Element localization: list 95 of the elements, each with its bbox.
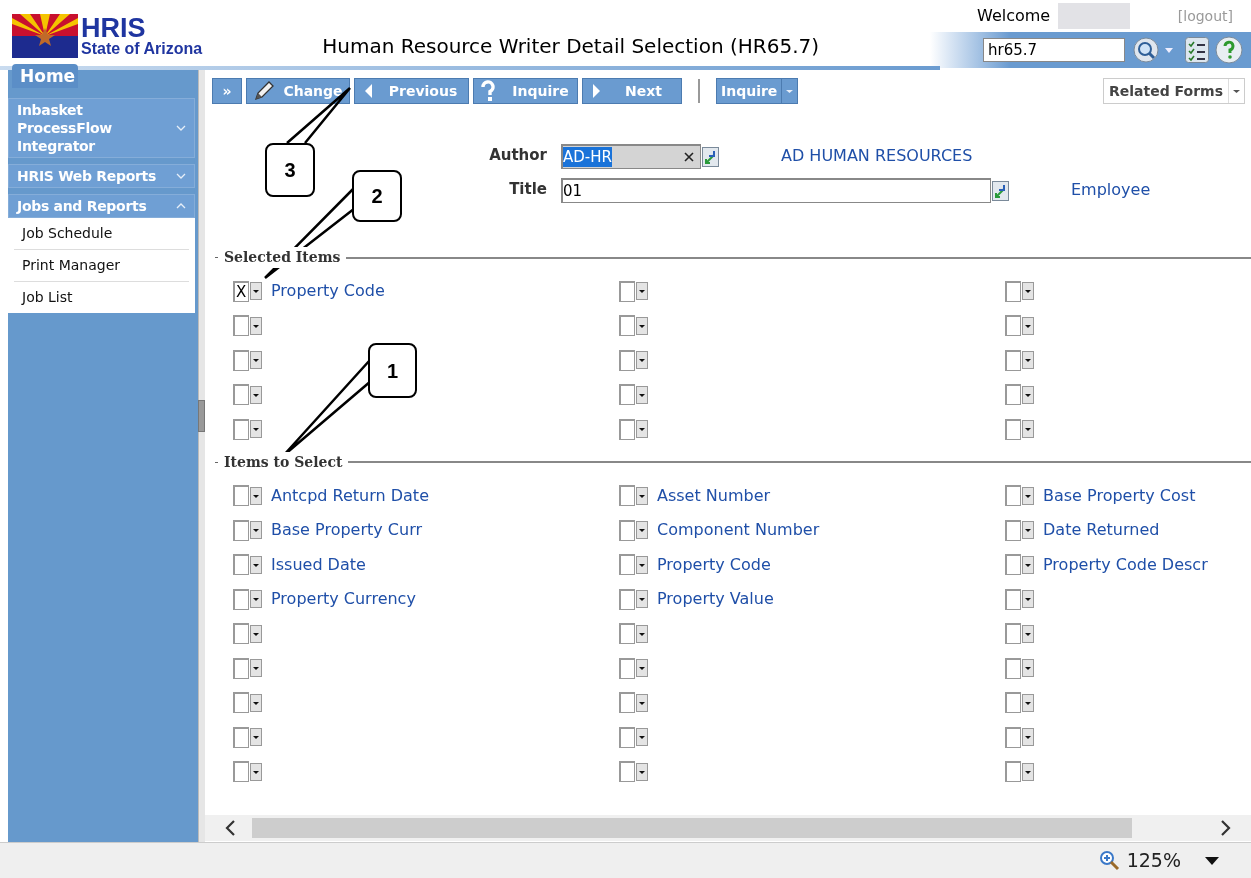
scrollbar-thumb[interactable] xyxy=(252,818,1132,838)
zoom-icon[interactable] xyxy=(1098,849,1121,872)
select-box[interactable] xyxy=(1005,383,1034,406)
item-link[interactable]: Property Code Descr xyxy=(1043,552,1208,577)
logo-subtitle: State of Arizona xyxy=(81,39,203,57)
item-link[interactable]: Antcpd Return Date xyxy=(271,483,429,508)
select-box[interactable] xyxy=(619,553,648,576)
select-box[interactable] xyxy=(1005,519,1034,542)
select-box[interactable] xyxy=(619,622,648,645)
item-link[interactable]: Property Currency xyxy=(271,587,416,612)
item-link[interactable]: Base Property Curr xyxy=(271,518,423,543)
sidebar-item[interactable]: Print Manager xyxy=(14,249,189,281)
search-field[interactable]: hr65.7 xyxy=(983,38,1125,62)
field-label: Title xyxy=(508,179,548,200)
zoom-level: 125% xyxy=(1126,848,1181,874)
item-link[interactable]: Base Property Cost xyxy=(1043,483,1196,508)
caret-icon xyxy=(1233,89,1240,93)
select-box[interactable] xyxy=(619,280,648,303)
input-field[interactable]: AD-HR xyxy=(561,144,701,169)
select-box[interactable] xyxy=(233,622,262,645)
select-box[interactable] xyxy=(619,519,648,542)
caret-icon xyxy=(786,89,794,93)
select-box[interactable] xyxy=(1005,553,1034,576)
item-link[interactable]: Property Code xyxy=(271,279,385,304)
select-box[interactable] xyxy=(619,314,648,337)
select-box[interactable] xyxy=(233,418,262,441)
item-link[interactable]: Issued Date xyxy=(271,552,366,577)
select-box[interactable] xyxy=(1005,726,1034,749)
select-box[interactable] xyxy=(1005,418,1034,441)
scroll-left-icon[interactable] xyxy=(225,820,236,836)
select-box[interactable] xyxy=(619,383,648,406)
leader-line xyxy=(285,86,352,145)
select-box[interactable] xyxy=(619,418,648,441)
item-link[interactable]: Component Number xyxy=(657,518,820,543)
select-box[interactable] xyxy=(1005,622,1034,645)
select-box[interactable] xyxy=(233,691,262,714)
select-box[interactable] xyxy=(1005,657,1034,680)
welcome-text: Welcome xyxy=(977,5,1051,27)
select-box[interactable] xyxy=(1005,484,1034,507)
clear-icon[interactable] xyxy=(684,152,694,162)
select-box[interactable] xyxy=(619,760,648,783)
select-box[interactable] xyxy=(233,349,262,372)
field-label: Author xyxy=(488,145,548,166)
lookup-icon[interactable] xyxy=(992,180,1009,201)
select-box[interactable] xyxy=(233,588,262,611)
collapse-chevron-icon[interactable] xyxy=(176,202,186,210)
left-triangle-icon xyxy=(365,84,372,98)
dropdown-arrow-icon[interactable] xyxy=(1205,856,1219,865)
select-box[interactable] xyxy=(233,519,262,542)
callout-number: 3 xyxy=(265,143,315,197)
callout-number: 1 xyxy=(368,343,417,398)
select-box[interactable] xyxy=(1005,760,1034,783)
select-box[interactable] xyxy=(619,349,648,372)
lookup-icon[interactable] xyxy=(702,146,719,167)
select-box[interactable] xyxy=(233,484,262,507)
select-box[interactable] xyxy=(619,588,648,611)
checklist-icon[interactable] xyxy=(1185,37,1209,63)
item-link[interactable]: Property Code xyxy=(657,552,771,577)
select-box[interactable] xyxy=(233,553,262,576)
callout-number: 2 xyxy=(352,170,402,222)
logo-title: HRIS xyxy=(81,15,146,40)
search-icon[interactable] xyxy=(1133,37,1159,63)
select-box[interactable] xyxy=(1005,349,1034,372)
select-box[interactable] xyxy=(1005,691,1034,714)
page-title: Human Resource Writer Detail Selection (HR65.7) xyxy=(322,33,820,60)
expand-chevron-icon[interactable] xyxy=(176,172,186,180)
related-forms-dropdown[interactable]: Related Forms xyxy=(1102,78,1245,104)
item-link[interactable]: Property Value xyxy=(657,587,774,612)
select-box[interactable] xyxy=(1005,588,1034,611)
select-box[interactable] xyxy=(619,484,648,507)
select-box[interactable] xyxy=(1005,280,1034,303)
scroll-right-icon[interactable] xyxy=(1220,820,1231,836)
field-description: Employee xyxy=(1071,179,1151,201)
select-box[interactable] xyxy=(233,726,262,749)
expand-chevron-icon[interactable] xyxy=(176,124,186,132)
select-box[interactable] xyxy=(233,657,262,680)
select-box[interactable] xyxy=(1005,314,1034,337)
item-link[interactable]: Date Returned xyxy=(1043,518,1160,543)
field-description: AD HUMAN RESOURCES xyxy=(781,145,973,167)
collapse-handle[interactable] xyxy=(198,400,205,432)
select-box[interactable] xyxy=(619,726,648,749)
item-link[interactable]: Asset Number xyxy=(657,483,771,508)
help-icon[interactable] xyxy=(1215,36,1243,64)
caret-icon[interactable] xyxy=(1165,47,1173,53)
select-box[interactable] xyxy=(233,314,262,337)
select-box[interactable] xyxy=(619,657,648,680)
input-field[interactable]: 01 xyxy=(561,178,991,203)
select-box[interactable] xyxy=(233,760,262,783)
select-box[interactable] xyxy=(619,691,648,714)
sidebar-item[interactable]: Job Schedule xyxy=(14,218,189,249)
sidebar-item[interactable]: Job List xyxy=(14,281,189,313)
select-box[interactable] xyxy=(233,383,262,406)
pencil-icon xyxy=(253,80,275,102)
state-flag-logo xyxy=(12,14,78,58)
right-triangle-icon xyxy=(593,84,600,98)
